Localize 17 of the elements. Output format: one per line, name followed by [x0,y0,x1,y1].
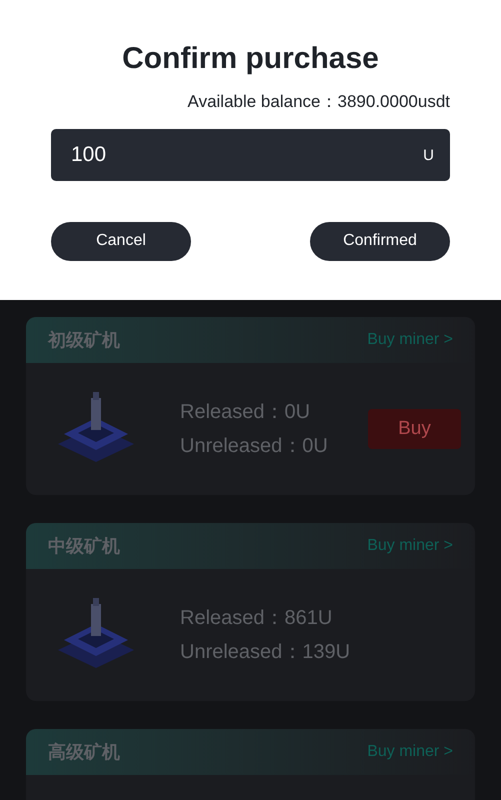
buy-button[interactable]: Buy [368,409,461,449]
miner-title: 初级矿机 [48,328,120,352]
buy-miner-link[interactable]: Buy miner > [367,328,453,352]
released-text: Released：861U [180,606,334,631]
buy-miner-link[interactable]: Buy miner > [367,534,453,558]
unit-label: U [423,146,434,166]
miner-title: 高级矿机 [48,740,120,764]
cancel-button[interactable]: Cancel [51,222,191,260]
balance-label: Available balance： [188,91,338,113]
unreleased-text: Unreleased：139U [180,640,352,665]
dialog-title: Confirm purchase [121,41,380,77]
miner-title: 中级矿机 [48,534,120,558]
buy-miner-link[interactable]: Buy miner > [367,740,453,764]
released-text: Released：0U [180,400,312,425]
confirm-button[interactable]: Confirmed [310,222,450,260]
unreleased-text: Unreleased：0U [180,434,329,459]
balance-value: 3890.0000usdt [338,91,450,113]
